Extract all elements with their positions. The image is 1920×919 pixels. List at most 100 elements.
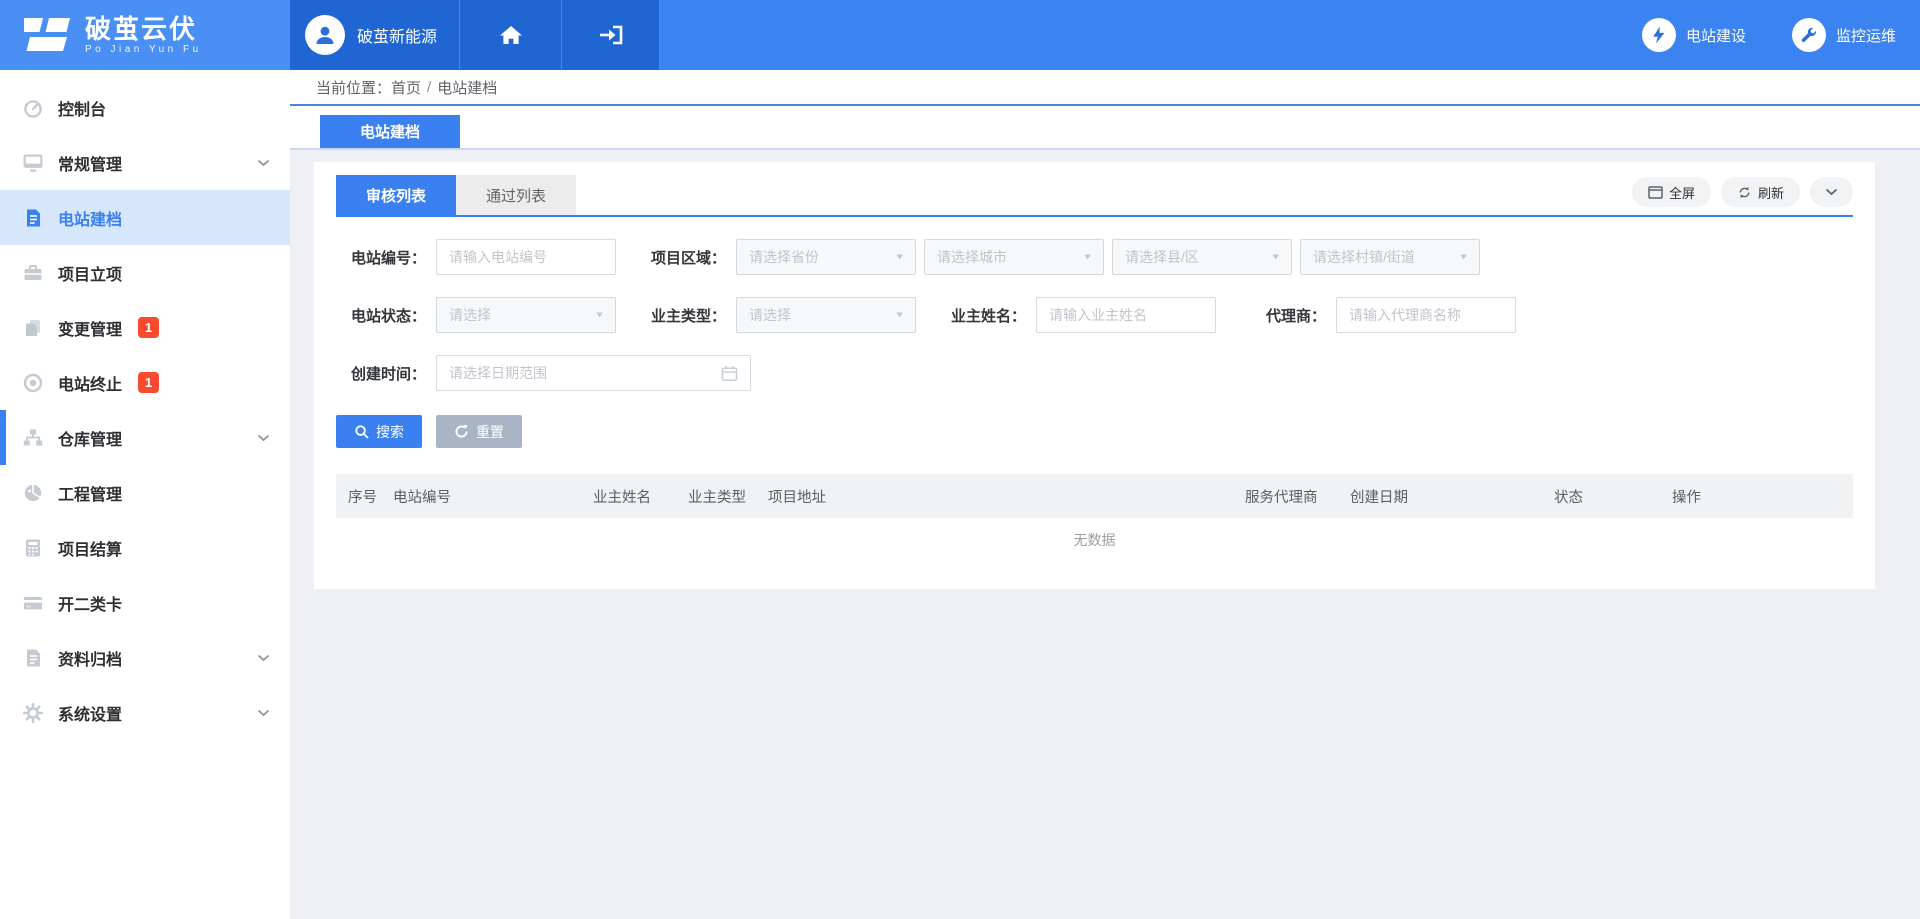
station-status-select[interactable]: 请选择 ▼ [436, 297, 616, 333]
nav-app-monitor-ops[interactable]: 监控运维 [1792, 18, 1896, 52]
search-button[interactable]: 搜索 [336, 415, 422, 448]
gear-icon [22, 702, 44, 724]
sidebar-item-dashboard[interactable]: 控制台 [0, 80, 290, 135]
lightning-icon [1642, 18, 1676, 52]
filter-station-no: 电站编号： [336, 239, 616, 275]
user-name: 破茧新能源 [357, 23, 437, 47]
sidebar-item-project-initiation[interactable]: 项目立项 [0, 245, 290, 300]
sidebar-item-warehouse-mgmt[interactable]: 仓库管理 [0, 410, 290, 465]
col-actions: 操作 [1660, 474, 1853, 518]
sidebar-item-open-card[interactable]: 开二类卡 [0, 575, 290, 630]
user-avatar [305, 15, 345, 55]
breadcrumb: 当前位置： 首页 / 电站建档 [290, 70, 1920, 106]
user-menu[interactable]: 破茧新能源 [290, 0, 460, 70]
agent-input[interactable] [1336, 297, 1516, 333]
owner-name-label: 业主姓名： [936, 305, 1026, 326]
tab-review-list[interactable]: 审核列表 [336, 175, 456, 215]
home-button[interactable] [460, 0, 562, 70]
tab-passed-list[interactable]: 通过列表 [456, 175, 576, 215]
page-tab-strip: 电站建档 [290, 106, 1920, 150]
nav-app-label: 电站建设 [1686, 25, 1746, 46]
main-area: 当前位置： 首页 / 电站建档 电站建档 审核列表 通过列表 全屏 [290, 70, 1920, 919]
created-time-label: 创建时间： [336, 363, 426, 384]
sidebar-item-change-mgmt[interactable]: 变更管理 1 [0, 300, 290, 355]
caret-down-icon: ▼ [594, 310, 605, 320]
sidebar-item-data-archive[interactable]: 资料归档 [0, 630, 290, 685]
app-subtitle: Po Jian Yun Fu [85, 44, 202, 55]
sidebar-item-general-mgmt[interactable]: 常规管理 [0, 135, 290, 190]
filter-region: 项目区域： 请选择省份 ▼ 请选择城市 ▼ 请选择县/区 ▼ [636, 239, 1480, 275]
reset-button[interactable]: 重置 [436, 415, 522, 448]
navbar-right: 电站建设 监控运维 [1596, 0, 1920, 70]
owner-name-input[interactable] [1036, 297, 1216, 333]
signin-button[interactable] [562, 0, 660, 70]
refresh-icon [1737, 185, 1752, 200]
date-range-picker[interactable] [436, 355, 751, 391]
app-title: 破茧云伏 [85, 15, 202, 43]
search-icon [354, 424, 369, 439]
col-station-no: 电站编号 [381, 474, 581, 518]
refresh-button[interactable]: 刷新 [1721, 177, 1800, 207]
sidebar-item-station-terminate[interactable]: 电站终止 1 [0, 355, 290, 410]
sidebar: 控制台 常规管理 电站建档 项目立项 [0, 70, 290, 919]
breadcrumb-separator: / [427, 79, 431, 96]
filter-owner-type: 业主类型： 请选择 ▼ [636, 297, 916, 333]
chevron-down-icon [257, 654, 270, 662]
badge-count: 1 [138, 372, 159, 393]
panel-tools: 全屏 刷新 [1632, 177, 1853, 213]
home-icon [498, 23, 524, 47]
fullscreen-icon [1648, 186, 1663, 199]
logo-text: 破茧云伏 Po Jian Yun Fu [85, 15, 202, 55]
col-index: 序号 [336, 474, 381, 518]
date-range-input[interactable] [449, 365, 721, 381]
calendar-icon [721, 365, 738, 382]
filter-actions: 搜索 重置 [336, 415, 1853, 448]
file-blue-icon [22, 207, 44, 229]
owner-type-label: 业主类型： [636, 305, 726, 326]
wrench-icon [1792, 18, 1826, 52]
nav-app-label: 监控运维 [1836, 25, 1896, 46]
sidebar-item-system-settings[interactable]: 系统设置 [0, 685, 290, 740]
owner-type-select[interactable]: 请选择 ▼ [736, 297, 916, 333]
station-no-input[interactable] [436, 239, 616, 275]
user-block: 破茧新能源 [290, 0, 660, 70]
chevron-down-icon [257, 434, 270, 442]
breadcrumb-prefix: 当前位置： [316, 77, 391, 98]
monitor-icon [22, 152, 44, 174]
fullscreen-button[interactable]: 全屏 [1632, 177, 1711, 207]
sidebar-item-project-settlement[interactable]: 项目结算 [0, 520, 290, 575]
calculator-icon [22, 537, 44, 559]
province-select[interactable]: 请选择省份 ▼ [736, 239, 916, 275]
caret-down-icon: ▼ [1082, 252, 1093, 262]
col-owner-name: 业主姓名 [581, 474, 676, 518]
town-select[interactable]: 请选择村镇/街道 ▼ [1300, 239, 1480, 275]
filter-owner-name: 业主姓名： [936, 297, 1216, 333]
col-status: 状态 [1542, 474, 1660, 518]
nav-app-station-build[interactable]: 电站建设 [1642, 18, 1746, 52]
sidebar-item-engineering-mgmt[interactable]: 工程管理 [0, 465, 290, 520]
filter-row-3: 创建时间： [336, 355, 1853, 391]
empty-state: 无数据 [336, 518, 1853, 562]
col-created-date: 创建日期 [1338, 474, 1542, 518]
district-select[interactable]: 请选择县/区 ▼ [1112, 239, 1292, 275]
dot-circle-icon [22, 372, 44, 394]
filter-created-time: 创建时间： [336, 355, 751, 391]
filter-row-1: 电站编号： 项目区域： 请选择省份 ▼ 请选择城市 ▼ [336, 239, 1853, 275]
panel-tabs: 审核列表 通过列表 全屏 刷新 [336, 175, 1853, 217]
badge-count: 1 [138, 317, 159, 338]
page-tab-station-filing[interactable]: 电站建档 [320, 115, 460, 148]
city-select[interactable]: 请选择城市 ▼ [924, 239, 1104, 275]
collapse-toolbar-button[interactable] [1810, 177, 1853, 207]
agent-label: 代理商： [1236, 305, 1326, 326]
col-service-agent: 服务代理商 [1233, 474, 1338, 518]
station-no-label: 电站编号： [336, 247, 426, 268]
table-header-row: 序号 电站编号 业主姓名 业主类型 项目地址 服务代理商 创建日期 状态 操作 [336, 474, 1853, 518]
logo-block: 破茧云伏 Po Jian Yun Fu [0, 0, 290, 70]
filter-agent: 代理商： [1236, 297, 1516, 333]
region-label: 项目区域： [636, 247, 726, 268]
caret-down-icon: ▼ [894, 252, 905, 262]
sidebar-item-station-filing[interactable]: 电站建档 [0, 190, 290, 245]
breadcrumb-home-link[interactable]: 首页 [391, 77, 421, 98]
results-table: 序号 电站编号 业主姓名 业主类型 项目地址 服务代理商 创建日期 状态 操作 [336, 474, 1853, 562]
person-icon [313, 23, 337, 47]
